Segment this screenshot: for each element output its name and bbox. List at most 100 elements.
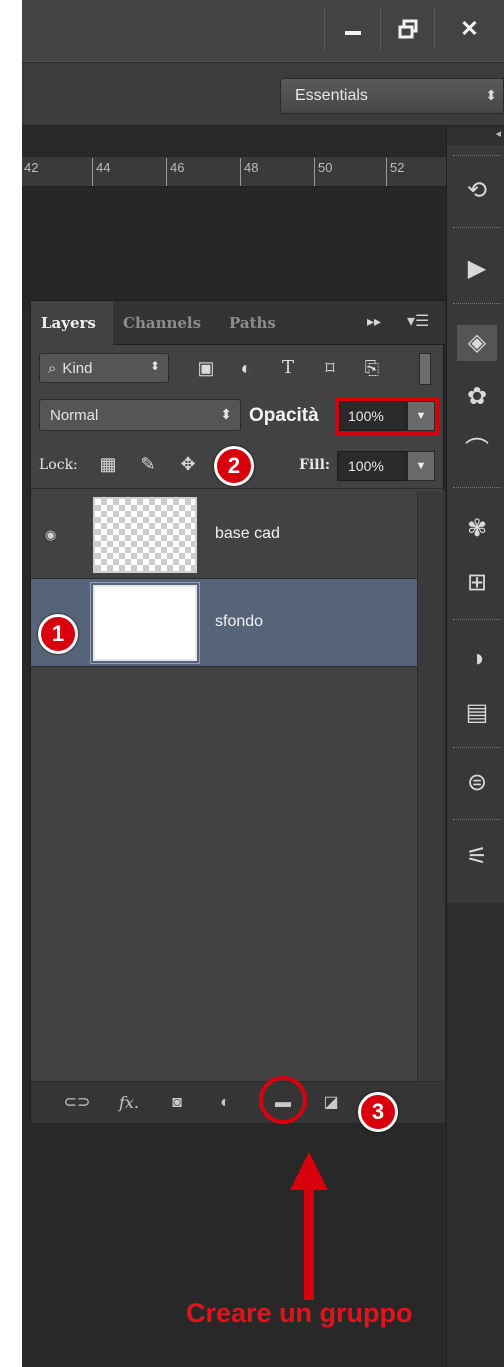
dock-separator <box>453 747 501 750</box>
updown-caret-icon: ⬍ <box>220 406 232 422</box>
title-bar: ✕ <box>22 0 504 62</box>
options-bar: Essentials ⬍ <box>22 63 504 126</box>
link-icon[interactable]: ⊂⊃ <box>63 1090 91 1116</box>
layer-thumbnail <box>93 497 197 573</box>
filter-kind-label: Kind <box>62 359 93 377</box>
smart-object-filter-icon[interactable]: ⎘ <box>359 355 385 381</box>
layer-row-base-cad[interactable]: ◉ base cad <box>31 491 417 579</box>
restore-button[interactable] <box>380 8 434 50</box>
layers-stack-icon[interactable]: ◈ <box>457 325 497 361</box>
ruler-tick <box>240 158 241 186</box>
workspace-switcher[interactable]: Essentials ⬍ <box>280 78 504 114</box>
eye-visibility-icon[interactable]: ◉ <box>45 527 61 543</box>
workspace-label: Essentials <box>295 87 368 104</box>
ruler-label: 48 <box>244 160 259 175</box>
dock-separator <box>453 487 501 490</box>
dock-separator <box>453 619 501 622</box>
ruler-tick <box>92 158 93 186</box>
grid-icon[interactable]: ⊞ <box>457 565 497 601</box>
screenshot-frame: ✕ Essentials ⬍ 42 44 46 48 50 52 Layers <box>0 0 504 1367</box>
paths-icon[interactable]: ⌒ <box>457 433 497 469</box>
tab-paths[interactable]: Paths <box>229 314 276 332</box>
blend-mode-value: Normal <box>50 406 99 424</box>
blend-mode-select[interactable]: Normal ⬍ <box>39 399 241 431</box>
blend-row: Normal ⬍ Opacità 100% ▼ <box>31 393 445 439</box>
ruler-label: 50 <box>318 160 333 175</box>
red-arrow-head <box>290 1152 328 1190</box>
minimize-button[interactable] <box>324 8 380 50</box>
layer-name: sfondo <box>215 613 264 630</box>
fx-icon[interactable]: fx. <box>115 1090 143 1116</box>
horizontal-ruler: 42 44 46 48 50 52 <box>22 157 446 187</box>
lock-transparency-icon[interactable]: ▦ <box>97 453 119 475</box>
search-icon: ⌕ <box>48 359 57 377</box>
minimize-icon <box>344 31 361 35</box>
collapse-panel-icon[interactable]: ▸▸ <box>367 313 381 330</box>
pixel-filter-icon[interactable]: ▣ <box>193 355 219 381</box>
ruler-label: 52 <box>390 160 405 175</box>
ruler-tick <box>314 158 315 186</box>
channels-icon[interactable]: ✿ <box>457 379 497 415</box>
canvas-area[interactable] <box>22 187 446 307</box>
new-group-highlight-circle <box>259 1076 307 1124</box>
dock-separator <box>453 155 501 158</box>
layer-thumbnail <box>90 582 200 664</box>
ruler-tick <box>166 158 167 186</box>
layers-scrollbar[interactable] <box>417 491 445 1081</box>
filter-row: ⌕ Kind ⬍ ▣ ◐ T ⌑ ⎘ <box>31 347 445 393</box>
tab-layers[interactable]: Layers <box>41 314 96 332</box>
collapse-dock-icon[interactable]: ◂ <box>447 127 504 145</box>
layers-panel: Layers Channels Paths ▸▸ ▾☰ ⌕ Kind ⬍ ▣ ◐… <box>30 300 445 1124</box>
fill-value: 100% <box>348 458 384 474</box>
layer-name: base cad <box>215 525 280 542</box>
updown-caret-icon: ⬍ <box>149 359 160 373</box>
close-icon: ✕ <box>460 16 479 41</box>
panel-tabs: Layers Channels Paths ▸▸ ▾☰ <box>31 301 445 345</box>
lock-label: Lock: <box>39 457 78 473</box>
ruler-label: 44 <box>96 160 111 175</box>
actions-play-icon[interactable]: ▶ <box>457 251 497 287</box>
brush-settings-icon[interactable]: ⚟ <box>457 839 497 875</box>
shape-filter-icon[interactable]: ⌑ <box>317 355 343 381</box>
panel-menu-icon[interactable]: ▾☰ <box>407 311 429 331</box>
properties-icon[interactable]: ⊜ <box>457 765 497 801</box>
opacity-label: Opacità <box>249 405 319 426</box>
history-icon[interactable]: ⟲ <box>457 173 497 209</box>
filter-toggle-switch[interactable] <box>419 353 431 385</box>
ruler-label: 42 <box>24 160 39 175</box>
tab-channels[interactable]: Channels <box>123 314 201 332</box>
new-layer-icon[interactable]: ◪ <box>317 1090 345 1116</box>
lock-pixels-brush-icon[interactable]: ✎ <box>137 453 159 475</box>
marker-2: 2 <box>214 446 254 486</box>
restore-icon <box>398 19 417 39</box>
marker-1: 1 <box>38 614 78 654</box>
dock-separator <box>453 303 501 306</box>
updown-caret-icon: ⬍ <box>485 87 497 103</box>
marker-3: 3 <box>358 1092 398 1132</box>
fill-label: Fill: <box>299 457 331 473</box>
layer-list: ◉ base cad sfondo <box>31 491 417 1081</box>
lock-position-move-icon[interactable]: ✥ <box>177 453 199 475</box>
mask-icon[interactable]: ◙ <box>163 1090 191 1116</box>
layer-row-sfondo[interactable]: sfondo <box>31 579 417 667</box>
close-button[interactable]: ✕ <box>434 8 504 50</box>
adjustments-icon[interactable]: ◑ <box>457 641 497 677</box>
dock-empty-area <box>447 903 504 1367</box>
adjustment-filter-icon[interactable]: ◐ <box>233 355 259 381</box>
swatches-palette-icon[interactable]: ✾ <box>457 511 497 547</box>
red-arrow-shaft <box>304 1186 314 1300</box>
fill-input[interactable]: 100% <box>337 451 407 481</box>
annotation-caption: Creare un gruppo <box>186 1298 413 1328</box>
ruler-label: 46 <box>170 160 185 175</box>
ruler-tick <box>386 158 387 186</box>
dock-separator <box>453 227 501 230</box>
fill-dropdown-button[interactable]: ▼ <box>407 451 435 481</box>
adjustment-icon[interactable]: ◐ <box>211 1090 239 1116</box>
opacity-highlight-box <box>335 397 439 435</box>
right-dock: ◂ ⟲ ▶ ◈ ✿ ⌒ ✾ ⊞ ◑ ▤ ⊜ ⚟ <box>446 127 504 1367</box>
dock-separator <box>453 819 501 822</box>
photoshop-window: ✕ Essentials ⬍ 42 44 46 48 50 52 Layers <box>22 0 504 1367</box>
styles-fx-icon[interactable]: ▤ <box>457 695 497 731</box>
filter-kind-select[interactable]: ⌕ Kind ⬍ <box>39 353 169 383</box>
type-filter-icon[interactable]: T <box>275 355 301 381</box>
